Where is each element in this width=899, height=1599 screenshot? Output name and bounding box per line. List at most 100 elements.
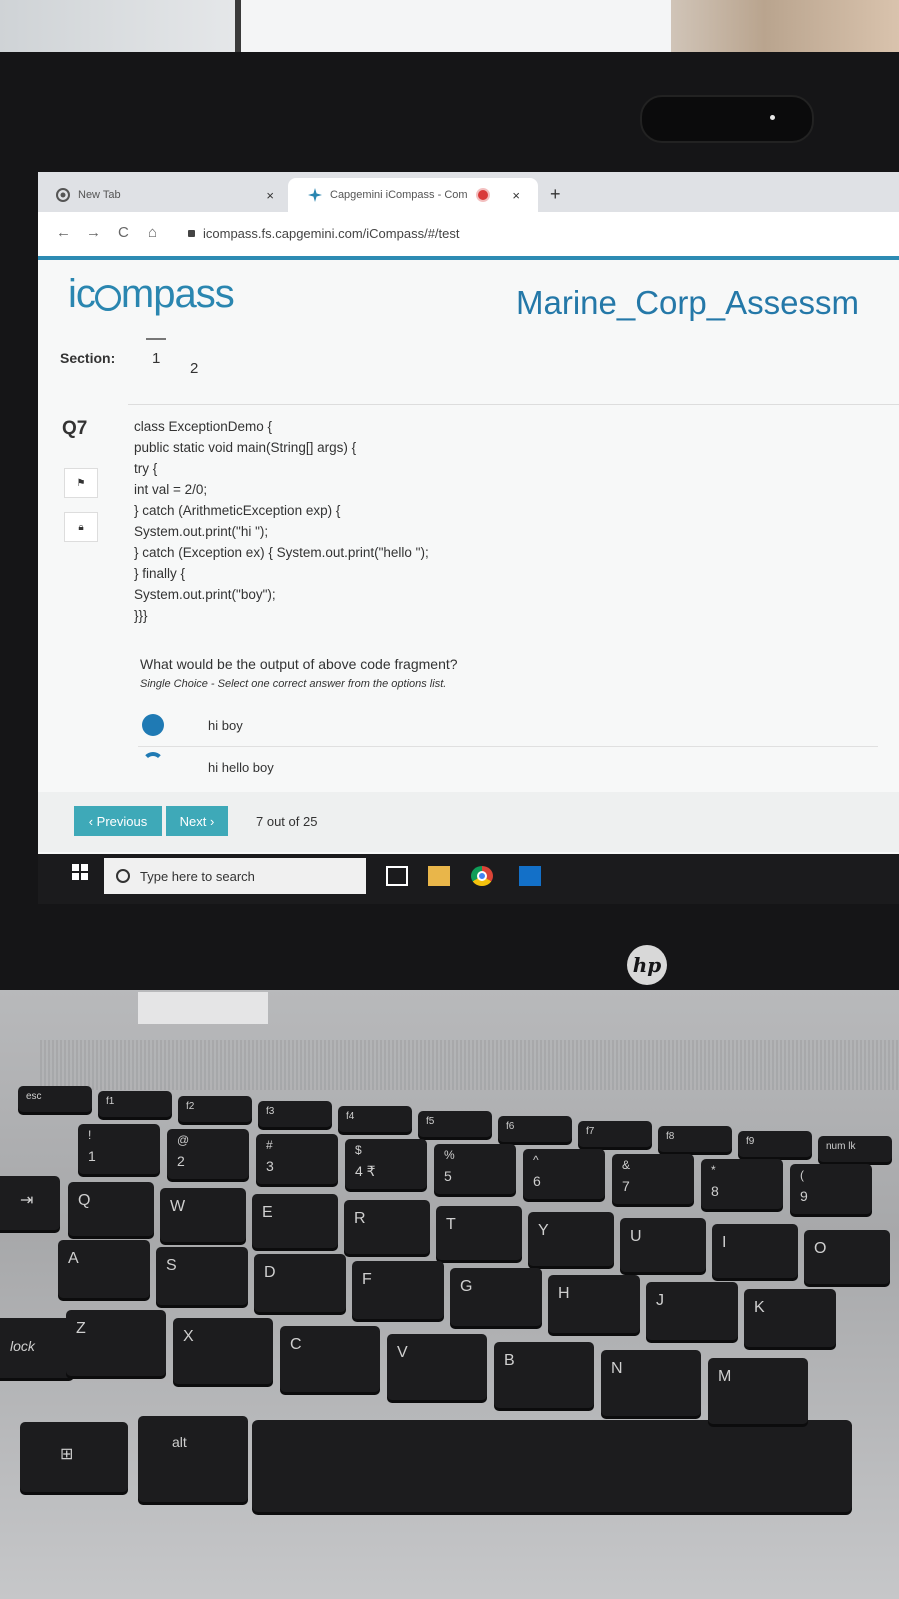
code-line: System.out.print("hi "); (134, 524, 269, 539)
key-label: ⇥ (20, 1192, 34, 1209)
windows-key[interactable]: ⊞ (20, 1422, 128, 1492)
home-icon[interactable]: ⌂ (148, 224, 157, 241)
taskbar-search-input[interactable]: Type here to search (104, 858, 366, 894)
function-key[interactable]: esc (18, 1086, 92, 1112)
new-tab-button[interactable]: + (550, 184, 561, 205)
windows-start-icon[interactable] (72, 864, 88, 880)
close-tab-icon[interactable]: × (512, 188, 520, 203)
key-label: f4 (346, 1111, 355, 1122)
letter-key[interactable]: F (352, 1261, 444, 1319)
key-label: f7 (586, 1126, 595, 1137)
spacebar[interactable] (252, 1420, 852, 1512)
key-label: O (814, 1240, 827, 1257)
number-key[interactable]: #3 (256, 1134, 338, 1184)
function-key[interactable]: f9 (738, 1131, 812, 1157)
answer-option[interactable]: hi boy (138, 704, 878, 747)
letter-key[interactable]: U (620, 1218, 706, 1272)
function-key[interactable]: f4 (338, 1106, 412, 1132)
letter-key[interactable]: B (494, 1342, 594, 1408)
forward-icon[interactable]: → (86, 224, 101, 241)
letter-key[interactable]: N (601, 1350, 701, 1416)
key-digit: 6 (533, 1173, 541, 1189)
letter-key[interactable]: M (708, 1358, 808, 1424)
number-key[interactable]: $4 ₹ (345, 1139, 427, 1189)
flag-question-button[interactable]: ⚑ (64, 468, 98, 498)
close-tab-icon[interactable]: × (266, 188, 274, 203)
file-explorer-icon[interactable] (428, 866, 450, 886)
answer-option[interactable]: hi hello boy (138, 746, 878, 790)
hp-logo: hp (627, 945, 667, 985)
letter-key[interactable]: K (744, 1289, 836, 1347)
letter-key[interactable]: Y (528, 1212, 614, 1266)
option-label: hi boy (208, 718, 243, 733)
number-key[interactable]: * 8 (701, 1159, 783, 1209)
number-key[interactable]: (9 (790, 1164, 872, 1214)
number-key[interactable]: @2 (167, 1129, 249, 1179)
tab-new-tab[interactable]: New Tab × (44, 178, 284, 212)
letter-key[interactable]: I (712, 1224, 798, 1278)
function-key[interactable]: f2 (178, 1096, 252, 1122)
key-symbol: & (622, 1158, 631, 1172)
key-label: F (362, 1271, 372, 1288)
letter-key[interactable]: J (646, 1282, 738, 1340)
key-label: U (630, 1228, 642, 1245)
function-key[interactable]: num lk (818, 1136, 892, 1162)
letter-key[interactable]: X (173, 1318, 273, 1384)
letter-key[interactable]: S (156, 1247, 248, 1305)
previous-button[interactable]: ‹ Previous (74, 806, 162, 836)
url-text: icompass.fs.capgemini.com/iCompass/#/tes… (203, 226, 460, 241)
letter-key[interactable]: W (160, 1188, 246, 1242)
tab-icompass[interactable]: Capgemini iCompass - Com × (288, 178, 538, 212)
next-button[interactable]: Next › (166, 806, 228, 836)
letter-key[interactable]: O (804, 1230, 890, 1284)
tab-key[interactable]: ⇥ (0, 1176, 60, 1230)
function-key[interactable]: f3 (258, 1101, 332, 1127)
reload-icon[interactable]: C (118, 224, 129, 241)
chrome-taskbar-icon[interactable] (471, 866, 493, 886)
key-label: f5 (426, 1116, 435, 1127)
back-icon[interactable]: ← (56, 224, 71, 241)
function-key[interactable]: f8 (658, 1126, 732, 1152)
letter-key[interactable]: T (436, 1206, 522, 1260)
number-key[interactable]: & 7 (612, 1154, 694, 1204)
section-tab-1[interactable]: 1 (146, 338, 167, 367)
key-label: N (611, 1360, 623, 1377)
outlook-icon[interactable] (519, 866, 541, 886)
letter-key[interactable]: Z (66, 1310, 166, 1376)
webcam-light (770, 115, 775, 120)
key-label: f6 (506, 1121, 515, 1132)
caps-lock-key[interactable]: lock (0, 1318, 74, 1378)
function-key[interactable]: f6 (498, 1116, 572, 1142)
letter-key[interactable]: V (387, 1334, 487, 1400)
letter-key[interactable]: E (252, 1194, 338, 1248)
key-label: W (170, 1198, 186, 1215)
bookmark-question-button[interactable]: 🔒︎ (64, 512, 98, 542)
code-line: } finally { (134, 566, 186, 581)
radio-button[interactable] (142, 714, 164, 736)
letter-key[interactable]: A (58, 1240, 150, 1298)
url-field[interactable]: icompass.fs.capgemini.com/iCompass/#/tes… (188, 226, 459, 241)
function-key[interactable]: f7 (578, 1121, 652, 1147)
webcam (640, 95, 814, 143)
letter-key[interactable]: R (344, 1200, 430, 1254)
compass-favicon-icon (308, 188, 322, 202)
function-key[interactable]: f5 (418, 1111, 492, 1137)
compass-logo-icon (94, 285, 121, 311)
number-key[interactable]: ! 1 (78, 1124, 160, 1174)
letter-key[interactable]: G (450, 1268, 542, 1326)
code-block: class ExceptionDemo { public static void… (134, 416, 429, 626)
option-label: hi hello boy (208, 760, 274, 775)
key-label: S (166, 1257, 177, 1274)
number-key[interactable]: % 5 (434, 1144, 516, 1194)
radio-button[interactable] (142, 752, 164, 774)
letter-key[interactable]: C (280, 1326, 380, 1392)
alt-key[interactable]: alt (138, 1416, 248, 1502)
section-tab-2[interactable]: 2 (190, 360, 198, 377)
letter-key[interactable]: D (254, 1254, 346, 1312)
function-key[interactable]: f1 (98, 1091, 172, 1117)
task-view-icon[interactable] (386, 866, 408, 886)
number-key[interactable]: ^ 6 (523, 1149, 605, 1199)
letter-key[interactable]: Q (68, 1182, 154, 1236)
chrome-icon (56, 188, 70, 202)
letter-key[interactable]: H (548, 1275, 640, 1333)
